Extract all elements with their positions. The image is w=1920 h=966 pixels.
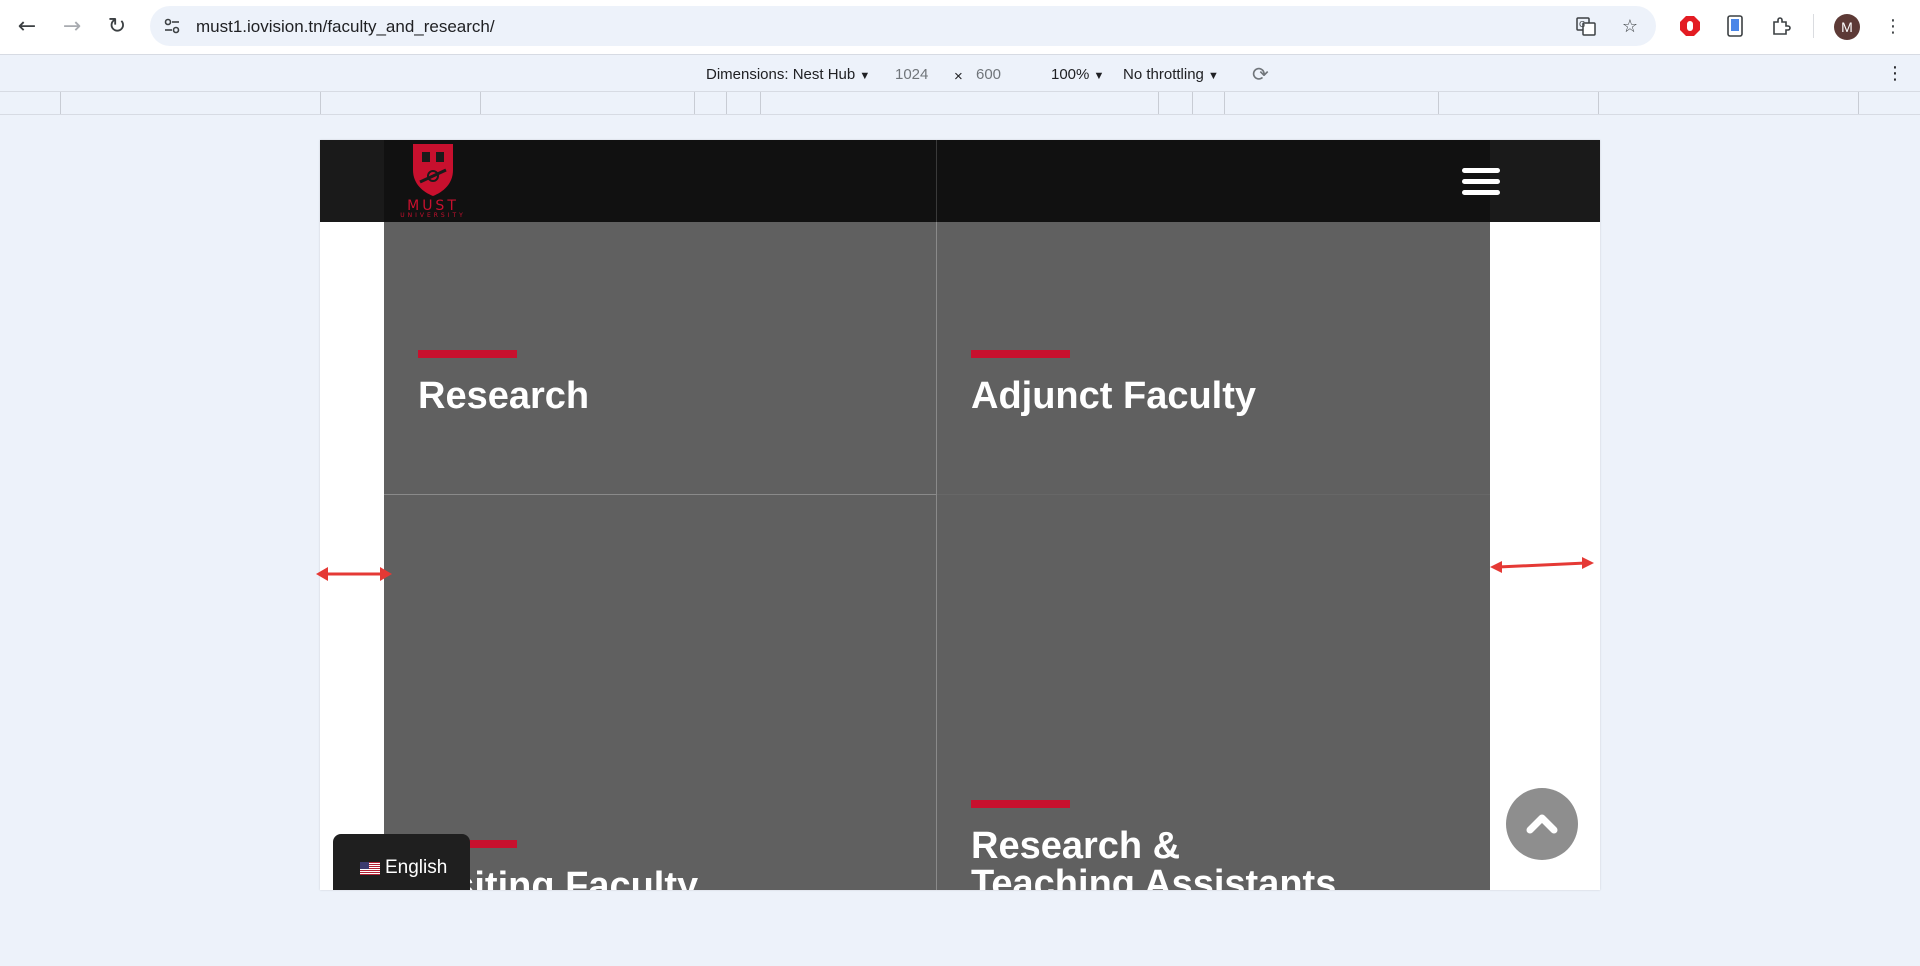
tile-accent-bar xyxy=(971,350,1070,358)
device-toolbar: Dimensions: Nest Hub ▼ 1024 × 600 100% ▼… xyxy=(0,54,1920,93)
reload-icon[interactable]: ↻ xyxy=(100,9,134,43)
tile-assistants-title-line1[interactable]: Research & xyxy=(971,826,1180,866)
ruler-tick xyxy=(726,92,727,114)
us-flag-icon xyxy=(360,862,380,875)
devtools-menu-icon[interactable]: ⋮ xyxy=(1886,63,1904,84)
rotate-icon[interactable]: ⟳ xyxy=(1252,62,1269,86)
back-icon[interactable]: ← xyxy=(10,9,44,43)
chevron-down-icon: ▼ xyxy=(1093,70,1105,82)
throttling-dropdown[interactable]: No throttling ▼ xyxy=(1123,66,1219,83)
width-input[interactable]: 1024 xyxy=(895,66,928,83)
header-inner xyxy=(384,140,1490,222)
language-label: English xyxy=(385,857,448,878)
chevron-up-icon xyxy=(1526,814,1558,834)
ruler-tick xyxy=(60,92,61,114)
chevron-down-icon: ▼ xyxy=(1208,70,1219,82)
profile-avatar[interactable]: M xyxy=(1834,14,1860,40)
ruler-tick xyxy=(694,92,695,114)
ruler-tick xyxy=(1158,92,1159,114)
toolbar-separator xyxy=(1813,14,1814,38)
site-settings-icon[interactable] xyxy=(160,14,184,38)
ruler-tick xyxy=(480,92,481,114)
hamburger-menu-icon[interactable] xyxy=(1462,168,1500,196)
url-text[interactable]: must1.iovision.tn/faculty_and_research/ xyxy=(196,17,495,37)
ruler-tick xyxy=(1858,92,1859,114)
dimensions-dropdown[interactable]: Dimensions: Nest Hub ▼ xyxy=(706,66,870,83)
ruler-tick xyxy=(1224,92,1225,114)
forward-icon[interactable]: → xyxy=(55,9,89,43)
logo-subtext: UNIVERSITY xyxy=(400,212,466,219)
ruler-tick xyxy=(320,92,321,114)
annotation-arrow-left xyxy=(316,567,392,581)
tile-accent-bar xyxy=(971,800,1070,808)
tile-divider xyxy=(384,494,936,495)
site-header: MUST UNIVERSITY xyxy=(320,140,1600,222)
dimensions-label: Dimensions: Nest Hub xyxy=(706,66,856,83)
tile-divider xyxy=(936,222,937,890)
annotation-arrow-right xyxy=(1490,557,1594,573)
tile-grid xyxy=(384,222,1490,890)
emulated-viewport: Research Adjunct Faculty Visiting Facult… xyxy=(320,140,1600,890)
tablet-icon[interactable] xyxy=(1722,13,1748,39)
scroll-to-top-button[interactable] xyxy=(1506,788,1578,860)
tile-divider xyxy=(937,494,1490,495)
adblock-icon[interactable] xyxy=(1677,13,1703,39)
browser-toolbar: ← → ↻ must1.iovision.tn/faculty_and_rese… xyxy=(0,0,1920,54)
must-university-logo[interactable]: MUST UNIVERSITY xyxy=(388,142,478,220)
media-query-ruler[interactable] xyxy=(0,91,1920,115)
header-divider xyxy=(936,140,937,222)
ruler-tick xyxy=(1192,92,1193,114)
tile-research-title[interactable]: Research xyxy=(418,376,589,416)
tile-assistants-title-line2[interactable]: Teaching Assistants xyxy=(971,864,1336,890)
translate-icon[interactable]: G xyxy=(1574,14,1598,38)
throttling-label: No throttling xyxy=(1123,66,1204,83)
menu-dots-icon[interactable]: ⋮ xyxy=(1880,13,1906,39)
tile-accent-bar xyxy=(418,350,517,358)
height-input[interactable]: 600 xyxy=(976,66,1001,83)
extensions-icon[interactable] xyxy=(1768,13,1794,39)
address-bar[interactable]: must1.iovision.tn/faculty_and_research/ … xyxy=(150,6,1656,46)
zoom-dropdown[interactable]: 100% ▼ xyxy=(1051,66,1104,83)
bookmark-star-icon[interactable]: ☆ xyxy=(1618,14,1642,38)
svg-text:G: G xyxy=(1579,20,1585,29)
zoom-label: 100% xyxy=(1051,66,1090,83)
chevron-down-icon: ▼ xyxy=(859,70,871,82)
times-separator: × xyxy=(954,68,963,85)
ruler-tick xyxy=(1598,92,1599,114)
ruler-tick xyxy=(760,92,761,114)
ruler-tick xyxy=(1438,92,1439,114)
tile-adjunct-faculty-title[interactable]: Adjunct Faculty xyxy=(971,376,1256,416)
language-switcher[interactable]: English xyxy=(333,834,470,890)
